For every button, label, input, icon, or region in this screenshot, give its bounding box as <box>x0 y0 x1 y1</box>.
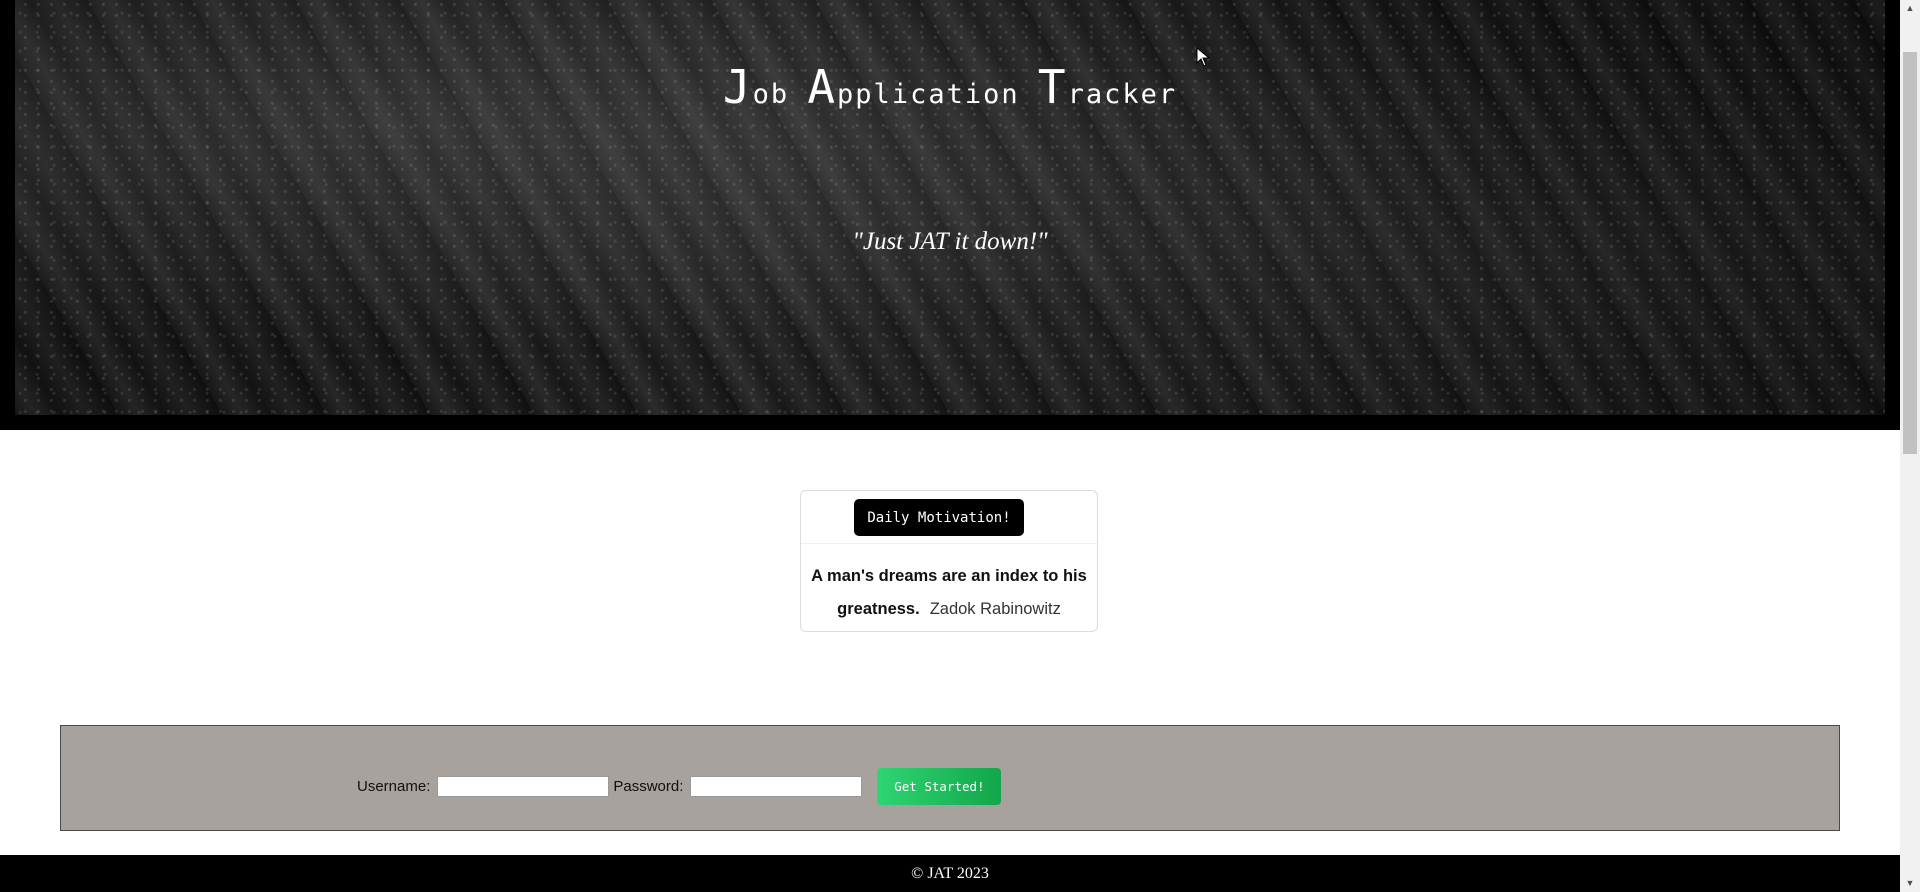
username-input[interactable] <box>437 776 610 797</box>
username-label: Username: <box>357 778 431 795</box>
motivation-card-body: A man's dreams are an index to his great… <box>801 544 1097 626</box>
footer-copyright: © JAT 2023 <box>911 865 989 882</box>
scrollbar-thumb[interactable] <box>1903 52 1917 454</box>
triangle-up-icon[interactable]: ▲ <box>1900 0 1920 17</box>
daily-motivation-button[interactable]: Daily Motivation! <box>854 499 1024 536</box>
title-word-1: Job <box>722 60 790 114</box>
page-scrollbar[interactable]: ▲ ▼ <box>1900 0 1920 892</box>
password-input[interactable] <box>690 776 863 797</box>
password-label: Password: <box>613 778 684 795</box>
motivation-card: Daily Motivation! A man's dreams are an … <box>800 490 1098 632</box>
triangle-down-icon[interactable]: ▼ <box>1900 875 1920 892</box>
footer: © JAT 2023 <box>0 855 1900 892</box>
page-title: Job Application Tracker <box>0 60 1900 114</box>
hero-frame: Job Application Tracker "Just JAT it dow… <box>0 0 1900 430</box>
hero-tagline: "Just JAT it down!" <box>852 228 1048 255</box>
login-panel: Username: Password: Get Started! <box>60 725 1840 831</box>
title-word-2: Application <box>807 60 1020 114</box>
motivation-author: Zadok Rabinowitz <box>929 600 1061 618</box>
get-started-button[interactable]: Get Started! <box>877 768 1002 805</box>
title-word-3: Tracker <box>1037 60 1178 114</box>
motivation-card-header: Daily Motivation! <box>801 491 1097 544</box>
login-form: Username: Password: Get Started! <box>357 768 1002 805</box>
